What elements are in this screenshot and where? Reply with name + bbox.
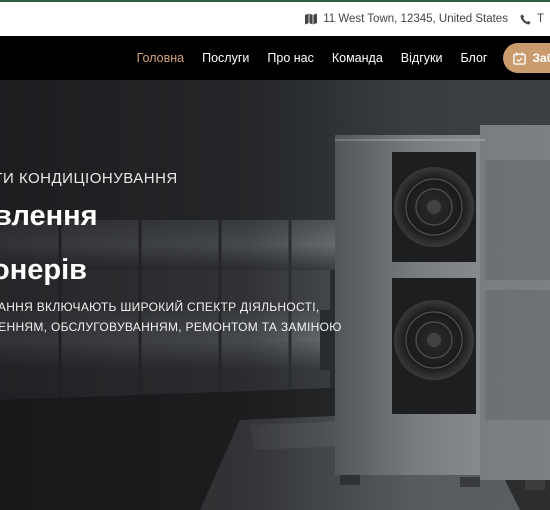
top-info-bar: 11 West Town, 12345, United States T (0, 0, 550, 36)
hero-title-line-1: влення (0, 200, 98, 232)
book-button-label: Заброн (532, 51, 550, 65)
nav-item-reviews[interactable]: Відгуки (401, 51, 443, 65)
nav-item-services[interactable]: Послуги (202, 51, 249, 65)
hero-content: ЛУГИ КОНДИЦІОНУВАННЯ влення онерів ВАННЯ… (0, 80, 550, 510)
hero-description-line-2: ЛЕННЯМ, ОБСЛУГОВУВАННЯМ, РЕМОНТОМ ТА ЗАМ… (0, 320, 342, 334)
phone-icon (520, 13, 531, 25)
nav-item-home[interactable]: Головна (137, 51, 185, 65)
book-button[interactable]: Заброн (503, 43, 550, 73)
calendar-check-icon (513, 51, 527, 65)
hero-subtitle: ЛУГИ КОНДИЦІОНУВАННЯ (0, 170, 178, 187)
main-navigation: Головна Послуги Про нас Команда Відгуки … (0, 36, 550, 80)
phone-item[interactable]: T (520, 13, 550, 25)
hero-section: ЛУГИ КОНДИЦІОНУВАННЯ влення онерів ВАННЯ… (0, 80, 550, 510)
nav-item-blog[interactable]: Блог (460, 51, 487, 65)
nav-item-team[interactable]: Команда (332, 51, 383, 65)
hero-description-line-1: ВАННЯ ВКЛЮЧАЮТЬ ШИРОКИЙ СПЕКТР ДІЯЛЬНОСТ… (0, 300, 320, 314)
hero-title-line-2: онерів (0, 254, 87, 286)
map-icon (305, 13, 318, 25)
phone-text: T (536, 13, 544, 25)
address-text: 11 West Town, 12345, United States (323, 13, 508, 25)
address-item[interactable]: 11 West Town, 12345, United States (305, 13, 508, 25)
nav-item-about[interactable]: Про нас (267, 51, 313, 65)
